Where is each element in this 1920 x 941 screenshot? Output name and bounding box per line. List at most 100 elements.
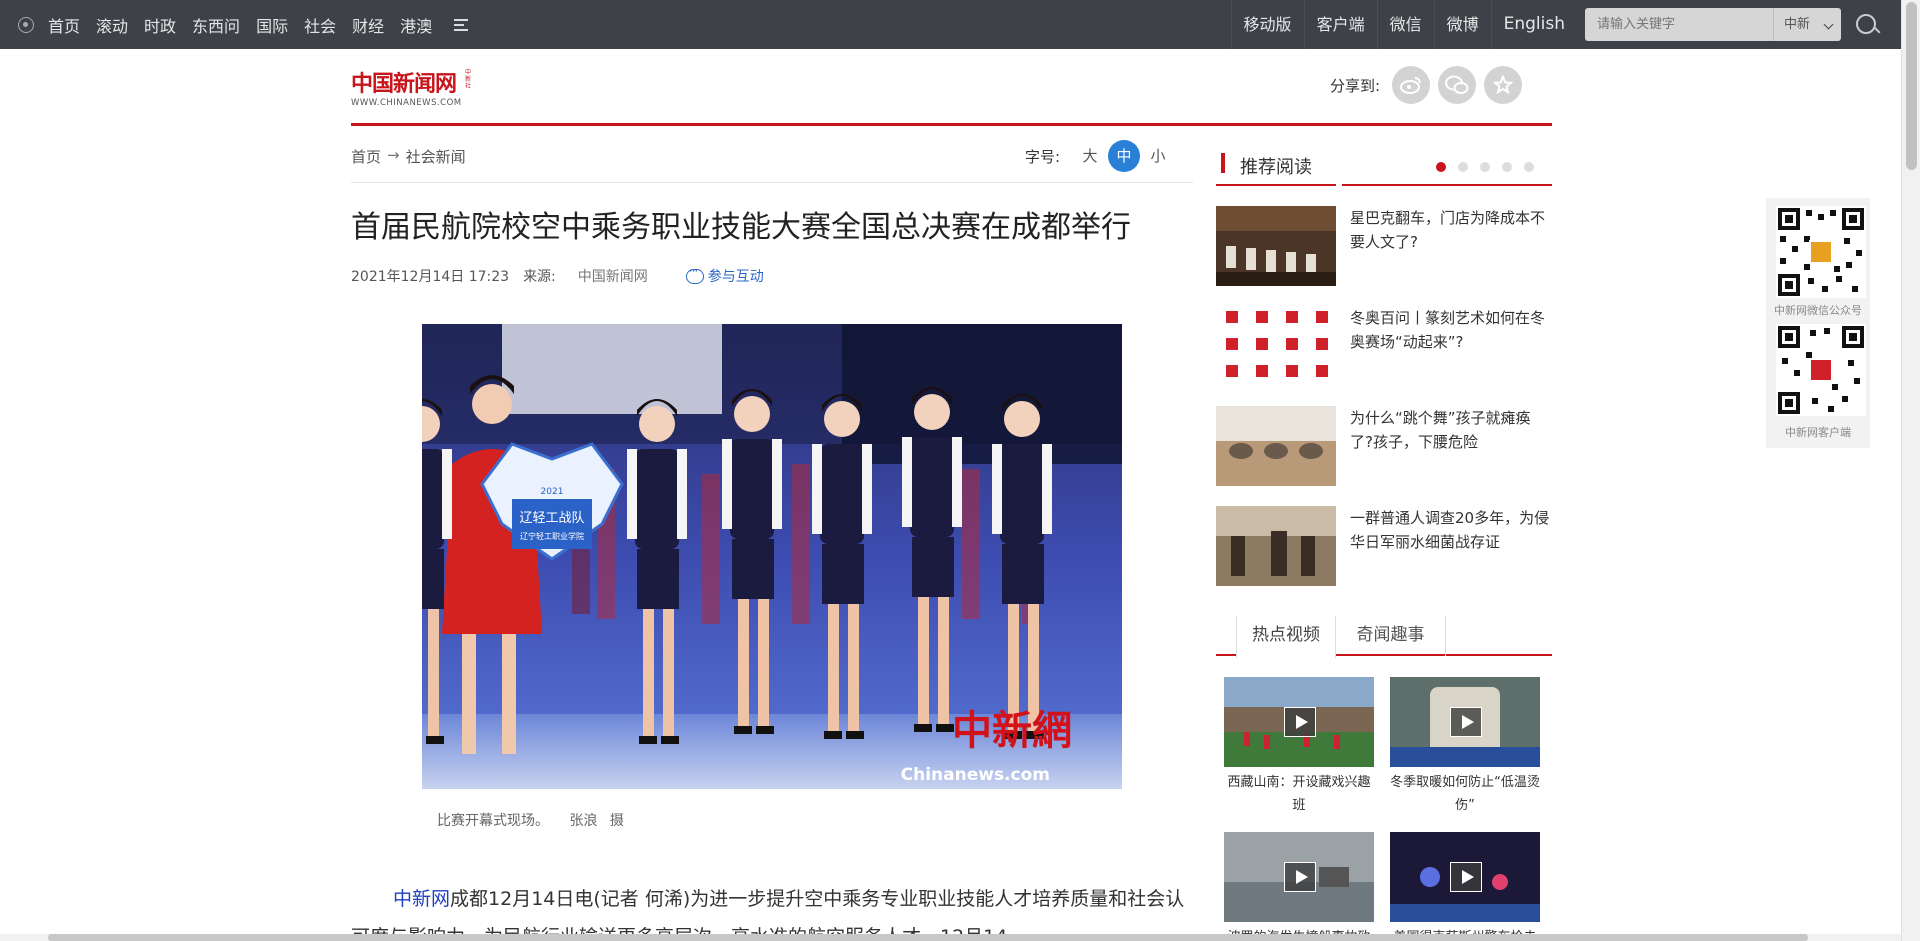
- breadcrumb-arrow: →: [387, 146, 400, 164]
- caption-author: 张浪: [569, 813, 598, 829]
- nav-rolling[interactable]: 滚动: [96, 13, 128, 37]
- play-icon[interactable]: [1450, 862, 1482, 892]
- article-source[interactable]: 中国新闻网: [578, 266, 648, 286]
- recommend-thumb: [1216, 306, 1336, 386]
- font-size-medium[interactable]: 中: [1108, 140, 1141, 172]
- search-input[interactable]: [1585, 8, 1773, 41]
- recommend-title: 推荐阅读: [1240, 157, 1312, 178]
- top-navigation-bar: 首页 滚动 时政 东西问 国际 社会 财经 港澳 移动版 客户端 微信 微博 E…: [0, 0, 1901, 49]
- font-size-large[interactable]: 大: [1074, 140, 1106, 172]
- recommend-list: 星巴克翻车，门店为降成本不要人文了? 冬奥百问丨篆刻艺术如何在冬奥赛场“动起来”…: [1216, 206, 1552, 606]
- article-photo: 2021 辽轻工战队 辽宁轻工职业学院 中新網 Chinanews.com: [422, 324, 1122, 789]
- scrollbar-thumb[interactable]: [1906, 2, 1917, 170]
- recommend-text: 一群普通人调查20多年，为侵华日军丽水细菌战存证: [1350, 509, 1550, 551]
- horizontal-scrollbar[interactable]: [0, 934, 1901, 941]
- breadcrumb-home[interactable]: 首页: [351, 146, 381, 167]
- comment-icon: [685, 264, 704, 284]
- recommend-text: 冬奥百问丨篆刻艺术如何在冬奥赛场“动起来”?: [1350, 309, 1546, 351]
- video-thumb: [1390, 832, 1540, 922]
- video-thumb: [1224, 677, 1374, 767]
- channel-nav: 首页 滚动 时政 东西问 国际 社会 财经 港澳: [48, 13, 448, 37]
- recommend-text: 星巴克翻车，门店为降成本不要人文了?: [1350, 209, 1546, 251]
- recommend-item[interactable]: 冬奥百问丨篆刻艺术如何在冬奥赛场“动起来”?: [1216, 306, 1552, 386]
- top-nav-right: 移动版 客户端 微信 微博 English 中新: [1230, 0, 1901, 49]
- nav-society[interactable]: 社会: [304, 13, 336, 37]
- nav-finance[interactable]: 财经: [352, 13, 384, 37]
- recommend-item[interactable]: 一群普通人调查20多年，为侵华日军丽水细菌战存证: [1216, 506, 1552, 586]
- carousel-dot-5[interactable]: [1524, 162, 1534, 172]
- recommend-gap: [1336, 184, 1342, 186]
- top-nav-left: 首页 滚动 时政 东西问 国际 社会 财经 港澳: [18, 0, 469, 49]
- wechat-link[interactable]: 微信: [1376, 0, 1434, 49]
- video-item[interactable]: 美国得克萨斯州警车枪击: [1390, 832, 1540, 941]
- video-thumb: [1224, 832, 1374, 922]
- qr-code-app: [1776, 324, 1866, 416]
- breadcrumb-section[interactable]: 社会新闻: [406, 146, 466, 167]
- video-item[interactable]: 西藏山南：开设藏戏兴趣班: [1224, 677, 1374, 817]
- search-box: 中新: [1585, 8, 1841, 41]
- play-icon[interactable]: [1284, 707, 1316, 737]
- play-icon[interactable]: [1284, 862, 1316, 892]
- breadcrumb-divider: [351, 182, 1193, 183]
- video-item[interactable]: 波罗的海发生撞船事故致: [1224, 832, 1374, 941]
- photo-watermark-en: Chinanews.com: [901, 765, 1050, 785]
- video-caption: 西藏山南：开设藏戏兴趣班: [1227, 775, 1371, 813]
- logo-chinese: 中国新闻网: [351, 71, 457, 97]
- search-icon[interactable]: [1851, 0, 1883, 49]
- source-label: 来源:: [523, 269, 556, 285]
- font-size-switcher: 字号: 大 中 小: [1025, 140, 1176, 172]
- nav-home[interactable]: 首页: [48, 13, 80, 37]
- qr-caption-app: 中新网客户端: [1785, 426, 1851, 439]
- logo-english: WWW.CHINANEWS.COM: [351, 98, 462, 108]
- nav-east-west[interactable]: 东西问: [192, 13, 240, 37]
- tab-hot-video[interactable]: 热点视频: [1236, 616, 1336, 658]
- weibo-link[interactable]: 微博: [1433, 0, 1491, 49]
- qr-caption-wechat: 中新网微信公众号: [1774, 304, 1862, 317]
- article-meta: 2021年12月14日 17:23 来源: 中国新闻网 参与互动: [351, 264, 764, 286]
- recommend-text: 为什么“跳个舞”孩子就瘫痪了?孩子，下腰危险: [1350, 409, 1531, 451]
- recommend-item[interactable]: 为什么“跳个舞”孩子就瘫痪了?孩子，下腰危险: [1216, 406, 1552, 486]
- nav-world[interactable]: 国际: [256, 13, 288, 37]
- home-icon[interactable]: [18, 16, 34, 33]
- interact-label: 参与互动: [707, 269, 764, 285]
- carousel-dot-4[interactable]: [1502, 162, 1512, 172]
- carousel-dot-1[interactable]: [1436, 162, 1446, 172]
- lead-link[interactable]: 中新网: [393, 888, 450, 910]
- font-size-small[interactable]: 小: [1142, 140, 1174, 172]
- caption-text: 比赛开幕式现场。: [437, 813, 549, 829]
- carousel-dot-2[interactable]: [1458, 162, 1468, 172]
- share-label: 分享到:: [1330, 76, 1381, 95]
- nav-hk-macau[interactable]: 港澳: [400, 13, 432, 37]
- horizontal-scrollbar-thumb[interactable]: [48, 934, 1808, 941]
- play-icon[interactable]: [1450, 707, 1482, 737]
- menu-icon[interactable]: [454, 18, 469, 31]
- mobile-link[interactable]: 移动版: [1230, 0, 1304, 49]
- interact-link[interactable]: 参与互动: [685, 264, 764, 286]
- search-scope-select[interactable]: 中新: [1773, 8, 1841, 41]
- font-size-label: 字号:: [1025, 147, 1061, 166]
- video-thumb: [1390, 677, 1540, 767]
- photo-sign-school: 辽宁轻工职业学院: [520, 531, 584, 541]
- favorite-icon[interactable]: [1484, 66, 1523, 104]
- app-link[interactable]: 客户端: [1303, 0, 1377, 49]
- carousel-dot-3[interactable]: [1480, 162, 1490, 172]
- header-divider: [351, 123, 1552, 126]
- video-item[interactable]: 冬季取暖如何防止“低温烫伤”: [1390, 677, 1540, 817]
- qr-panel: 中新网微信公众号 中新网客户端: [1766, 198, 1870, 448]
- weibo-icon[interactable]: [1392, 66, 1431, 104]
- video-caption: 冬季取暖如何防止“低温烫伤”: [1390, 775, 1540, 813]
- tab-oddities[interactable]: 奇闻趣事: [1336, 616, 1446, 656]
- recommend-item[interactable]: 星巴克翻车，门店为降成本不要人文了?: [1216, 206, 1552, 286]
- logo-small-mark: 中新社: [465, 69, 472, 90]
- recommend-header: 推荐阅读: [1216, 150, 1552, 186]
- nav-politics[interactable]: 时政: [144, 13, 176, 37]
- vertical-scrollbar[interactable]: [1901, 0, 1920, 941]
- photo-sign-team: 辽轻工战队: [519, 511, 584, 526]
- article-date: 2021年12月14日 17:23: [351, 269, 510, 285]
- english-link[interactable]: English: [1490, 0, 1577, 49]
- wechat-icon[interactable]: [1438, 66, 1477, 104]
- caption-photo-tag: 摄: [609, 813, 624, 829]
- share-bar: 分享到:: [1330, 66, 1530, 104]
- breadcrumb: 首页 → 社会新闻: [351, 146, 466, 167]
- site-logo[interactable]: 中国新闻网 中新社 WWW.CHINANEWS.COM: [351, 66, 476, 108]
